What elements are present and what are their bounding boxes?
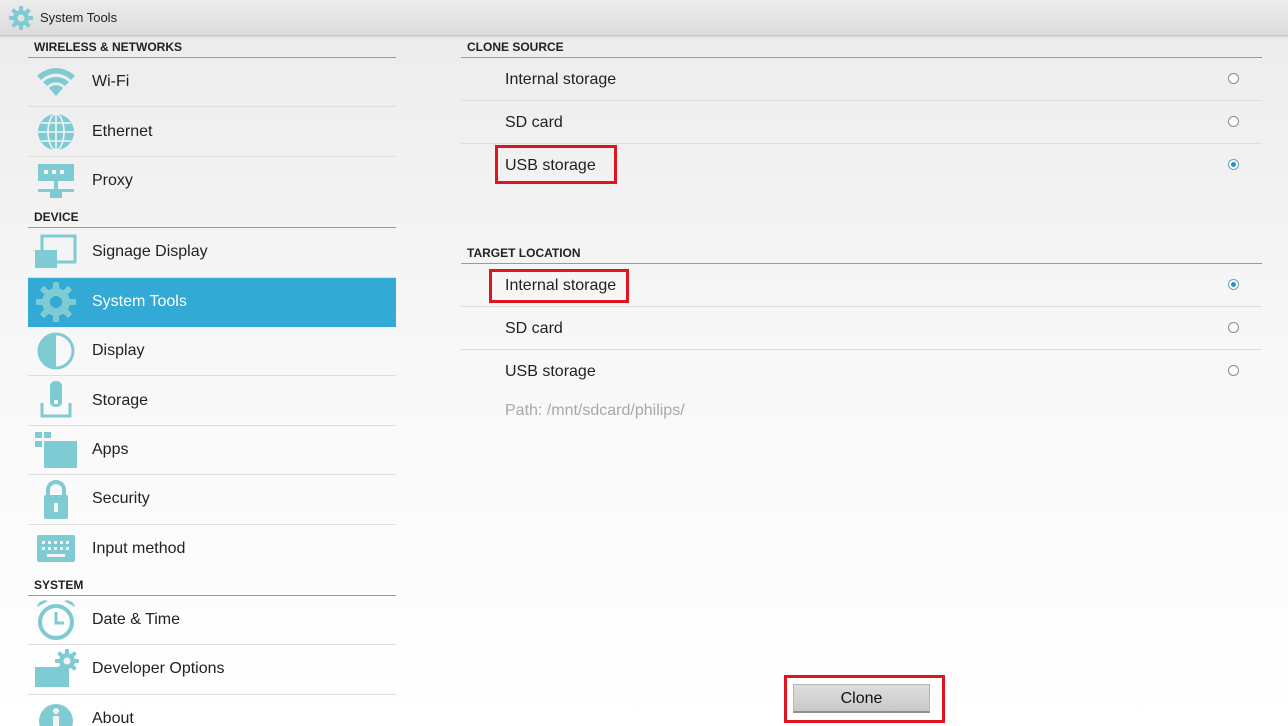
section-header-wireless: WIRELESS & NETWORKS — [28, 36, 396, 58]
clone-source-option-internal-storage[interactable]: Internal storage — [461, 58, 1262, 101]
sidebar-item-display[interactable]: Display — [28, 327, 396, 377]
sidebar-item-signage-display[interactable]: Signage Display — [28, 228, 396, 278]
keyboard-icon — [37, 535, 75, 563]
sidebar-item-proxy[interactable]: Proxy — [28, 157, 396, 206]
sidebar-item-label: Signage Display — [92, 243, 208, 261]
section-header-device: DEVICE — [28, 206, 396, 229]
clone-source-header: CLONE SOURCE — [461, 36, 1262, 58]
radio-button[interactable] — [1228, 73, 1239, 84]
sidebar-item-wifi[interactable]: Wi-Fi — [28, 58, 396, 108]
sidebar-item-label: Apps — [92, 440, 129, 458]
sidebar-item-label: Ethernet — [92, 122, 153, 140]
gear-icon — [9, 6, 33, 30]
system-tools-content: CLONE SOURCE Internal storage SD card US… — [461, 36, 1262, 419]
sidebar-item-about[interactable]: About — [28, 695, 396, 726]
radio-button[interactable] — [1228, 279, 1239, 290]
clone-source-option-sd-card[interactable]: SD card — [461, 101, 1262, 144]
radio-button[interactable] — [1228, 116, 1239, 127]
sidebar-item-developer-options[interactable]: Developer Options — [28, 645, 396, 695]
sidebar-item-label: About — [92, 710, 134, 726]
target-location-header: TARGET LOCATION — [461, 242, 1262, 264]
option-label: Internal storage — [505, 277, 617, 294]
clone-source-option-usb-storage[interactable]: USB storage — [461, 144, 1262, 187]
target-location-option-sd-card[interactable]: SD card — [461, 307, 1262, 350]
lock-icon — [44, 480, 68, 520]
title-bar: System Tools — [0, 0, 1288, 36]
option-label: USB storage — [505, 363, 596, 380]
radio-button[interactable] — [1228, 322, 1239, 333]
brightness-icon — [37, 332, 75, 370]
wifi-icon — [37, 68, 75, 97]
storage-icon — [40, 380, 72, 418]
option-label: SD card — [505, 114, 563, 131]
sidebar-item-label: Display — [92, 342, 145, 360]
developer-gear-icon — [35, 649, 79, 688]
option-label: USB storage — [505, 157, 596, 174]
option-label: SD card — [505, 320, 563, 337]
sidebar-item-label: Proxy — [92, 172, 133, 190]
sidebar-item-label: Security — [92, 490, 150, 508]
proxy-icon — [38, 164, 74, 199]
sidebar-item-date-time[interactable]: Date & Time — [28, 596, 396, 646]
sidebar-item-apps[interactable]: Apps — [28, 426, 396, 476]
target-location-option-usb-storage[interactable]: USB storage — [461, 350, 1262, 393]
sidebar-item-label: System Tools — [92, 293, 187, 311]
sidebar-item-storage[interactable]: Storage — [28, 376, 396, 426]
info-icon — [39, 704, 73, 726]
gear-icon — [36, 282, 76, 323]
settings-sidebar: WIRELESS & NETWORKS Wi-Fi Ethernet Proxy… — [28, 36, 396, 726]
sidebar-item-label: Wi-Fi — [92, 73, 130, 91]
sidebar-item-label: Date & Time — [92, 611, 181, 629]
window-title: System Tools — [40, 10, 118, 25]
target-location-option-internal-storage[interactable]: Internal storage — [461, 264, 1262, 307]
sidebar-item-system-tools[interactable]: System Tools — [28, 277, 396, 327]
sidebar-item-label: Developer Options — [92, 660, 225, 678]
section-header-system: SYSTEM — [28, 574, 396, 596]
radio-button[interactable] — [1228, 159, 1239, 170]
sidebar-item-label: Storage — [92, 391, 149, 409]
sidebar-item-label: Input method — [92, 540, 186, 558]
display-cast-icon — [35, 234, 77, 269]
apps-icon — [35, 431, 77, 468]
globe-icon — [38, 112, 74, 151]
sidebar-item-security[interactable]: Security — [28, 475, 396, 525]
radio-button[interactable] — [1228, 365, 1239, 376]
target-path-text: Path: /mnt/sdcard/philips/ — [505, 402, 685, 419]
sidebar-item-ethernet[interactable]: Ethernet — [28, 107, 396, 157]
sidebar-item-input-method[interactable]: Input method — [28, 525, 396, 574]
alarm-clock-icon — [37, 600, 75, 641]
option-label: Internal storage — [505, 71, 617, 88]
clone-button[interactable]: Clone — [793, 684, 930, 713]
clone-highlight-box: Clone — [784, 675, 945, 723]
